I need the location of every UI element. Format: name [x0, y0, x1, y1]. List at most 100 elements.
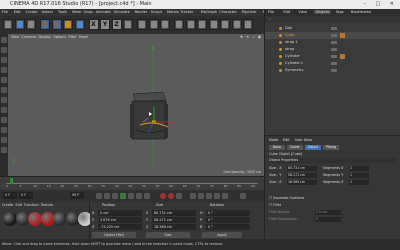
object-row[interactable]: strap 1	[265, 39, 400, 46]
rotation-key-button[interactable]	[206, 193, 212, 199]
attr-tab-basic[interactable]: Basic	[269, 145, 285, 150]
close-button[interactable]: ✕	[390, 1, 398, 7]
material-tag-icon[interactable]	[340, 54, 345, 59]
menu-item-file[interactable]: File	[2, 10, 8, 14]
live-selection-button[interactable]	[26, 19, 36, 30]
rotation-field[interactable]: 0 °	[206, 210, 250, 216]
light-button[interactable]	[243, 19, 253, 30]
object-list-empty-area[interactable]	[265, 113, 400, 135]
menu-item-sculpt[interactable]: Sculpt	[151, 10, 162, 14]
render-settings-button[interactable]	[160, 19, 170, 30]
points-mode-icon[interactable]	[1, 77, 7, 83]
snapping-icon[interactable]	[1, 127, 7, 133]
attr-menu-mode[interactable]: Mode	[269, 138, 278, 142]
fillet-subdivision-field[interactable]: 5	[315, 217, 341, 222]
workplane-icon[interactable]	[1, 67, 7, 73]
visibility-toggle[interactable]	[331, 48, 337, 51]
prev-frame-button[interactable]	[112, 193, 118, 199]
tweak-mode-icon[interactable]	[1, 117, 7, 123]
playhead-marker[interactable]	[10, 178, 13, 184]
play-button[interactable]	[120, 193, 126, 199]
object-row[interactable]: Cylinder.1	[265, 60, 400, 67]
maximize-button[interactable]: □	[375, 1, 384, 7]
subdivision-surface-button[interactable]	[197, 19, 207, 30]
position-field[interactable]: -73.225 cm	[98, 224, 142, 230]
material-menu[interactable]: Create Edit Function Texture	[2, 203, 53, 207]
apply-button[interactable]: Apply	[202, 232, 242, 238]
y-axis-handle[interactable]	[151, 46, 155, 50]
visibility-toggle[interactable]	[331, 55, 337, 58]
render-picture-viewer-button[interactable]	[148, 19, 159, 30]
fillet-checkbox[interactable]: ☐ Fillet	[269, 203, 281, 207]
model-mode-icon[interactable]	[1, 47, 7, 53]
menu-item-mograph[interactable]: MoGraph	[201, 10, 217, 14]
om-menu-objects[interactable]: Objects	[313, 10, 332, 14]
fillet-radius-field[interactable]: 2.5 cm	[315, 210, 341, 215]
frame-end-field[interactable]: 90 F	[70, 192, 84, 199]
timeline-options-button[interactable]	[240, 193, 246, 199]
record-button[interactable]	[160, 193, 166, 199]
size-field[interactable]: 56.271 cm	[152, 217, 196, 223]
make-editable-icon[interactable]	[1, 37, 7, 43]
search-icon[interactable]: ⌕	[269, 17, 271, 21]
om-menu-bookmarks[interactable]: Bookmarks	[351, 10, 371, 14]
object-list[interactable]: Dial Cube strap 1 strap Cylinder Cylinder.1 Sy…	[265, 23, 400, 113]
next-frame-button[interactable]	[128, 193, 134, 199]
attr-tab-coord[interactable]: Coord.	[287, 145, 303, 150]
redo-button[interactable]	[14, 19, 25, 30]
texture-mode-icon[interactable]	[1, 57, 7, 63]
attr-tab-object[interactable]: Object	[305, 145, 321, 150]
position-field[interactable]: 0 cm	[98, 210, 142, 216]
enable-axis-icon[interactable]	[1, 107, 7, 113]
menu-item-pipeline[interactable]: Pipeline	[242, 10, 256, 14]
go-to-end-button[interactable]	[144, 193, 150, 199]
y-axis-button[interactable]: Y	[100, 19, 110, 30]
material-menu-function[interactable]: Function	[24, 203, 38, 207]
size-value-field[interactable]: 56.271 cm	[287, 173, 317, 178]
polygons-mode-icon[interactable]	[1, 97, 7, 103]
segments-field[interactable]: 1	[349, 166, 369, 171]
minimize-button[interactable]: –	[363, 1, 370, 7]
move-button[interactable]	[40, 19, 50, 30]
segments-field[interactable]: 1	[349, 173, 369, 178]
keyframe-selection-button[interactable]	[176, 193, 182, 199]
menu-item-motion-tracker[interactable]: Motion Tracker	[167, 10, 193, 14]
menu-item-animate[interactable]: Animate	[96, 10, 111, 14]
rotation-field[interactable]: 0 °	[206, 224, 250, 230]
menu-item-snap[interactable]: Snap	[84, 10, 93, 14]
size-value-field[interactable]: 80.731 cm	[287, 166, 317, 171]
om-menu-tags[interactable]: Tags	[336, 10, 344, 14]
position-key-button[interactable]	[190, 193, 196, 199]
workplane-lock-icon[interactable]	[1, 137, 7, 143]
scale-button[interactable]	[51, 19, 62, 30]
pla-key-button[interactable]	[222, 193, 228, 199]
size-mode-dropdown[interactable]: Size	[146, 232, 190, 238]
size-field[interactable]: 80.731 cm	[152, 210, 196, 216]
material-swatch[interactable]	[53, 212, 67, 226]
world-coords-button[interactable]	[123, 19, 133, 30]
menu-item-mesh[interactable]: Mesh	[72, 10, 81, 14]
timeline-ruler[interactable]: 0 5 10 15 20 25 30 35 40 45 50 55 60 65 70 75 80 85 90	[0, 176, 264, 190]
visibility-toggle[interactable]	[331, 27, 337, 30]
rotation-field[interactable]: 0 °	[206, 217, 250, 223]
scale-key-button[interactable]	[198, 193, 204, 199]
menu-item-select[interactable]: Select	[42, 10, 53, 14]
pen-spline-button[interactable]	[185, 19, 196, 30]
segments-field[interactable]: 1	[349, 180, 369, 185]
material-menu-edit[interactable]: Edit	[15, 203, 22, 207]
solo-icon[interactable]	[1, 147, 7, 153]
material-menu-texture[interactable]: Texture	[41, 203, 53, 207]
material-tag-icon[interactable]	[340, 33, 345, 38]
camera-button[interactable]	[231, 19, 242, 30]
om-menu-edit[interactable]: Edit	[283, 10, 290, 14]
material-swatch[interactable]	[28, 212, 42, 226]
size-value-field[interactable]: 18.569 cm	[287, 180, 317, 185]
separate-surfaces-checkbox[interactable]: ☐ Separate Surfaces	[269, 196, 304, 200]
coord-mode-dropdown[interactable]: Object (Rel)	[92, 232, 136, 238]
object-row[interactable]: Symmetry	[265, 67, 400, 74]
visibility-toggle[interactable]	[331, 69, 337, 72]
visibility-toggle[interactable]	[331, 62, 337, 65]
attr-menu-userdata[interactable]: User Data	[295, 138, 312, 142]
menu-item-render[interactable]: Render	[135, 10, 148, 14]
window-controls[interactable]: – □ ✕	[363, 1, 398, 7]
